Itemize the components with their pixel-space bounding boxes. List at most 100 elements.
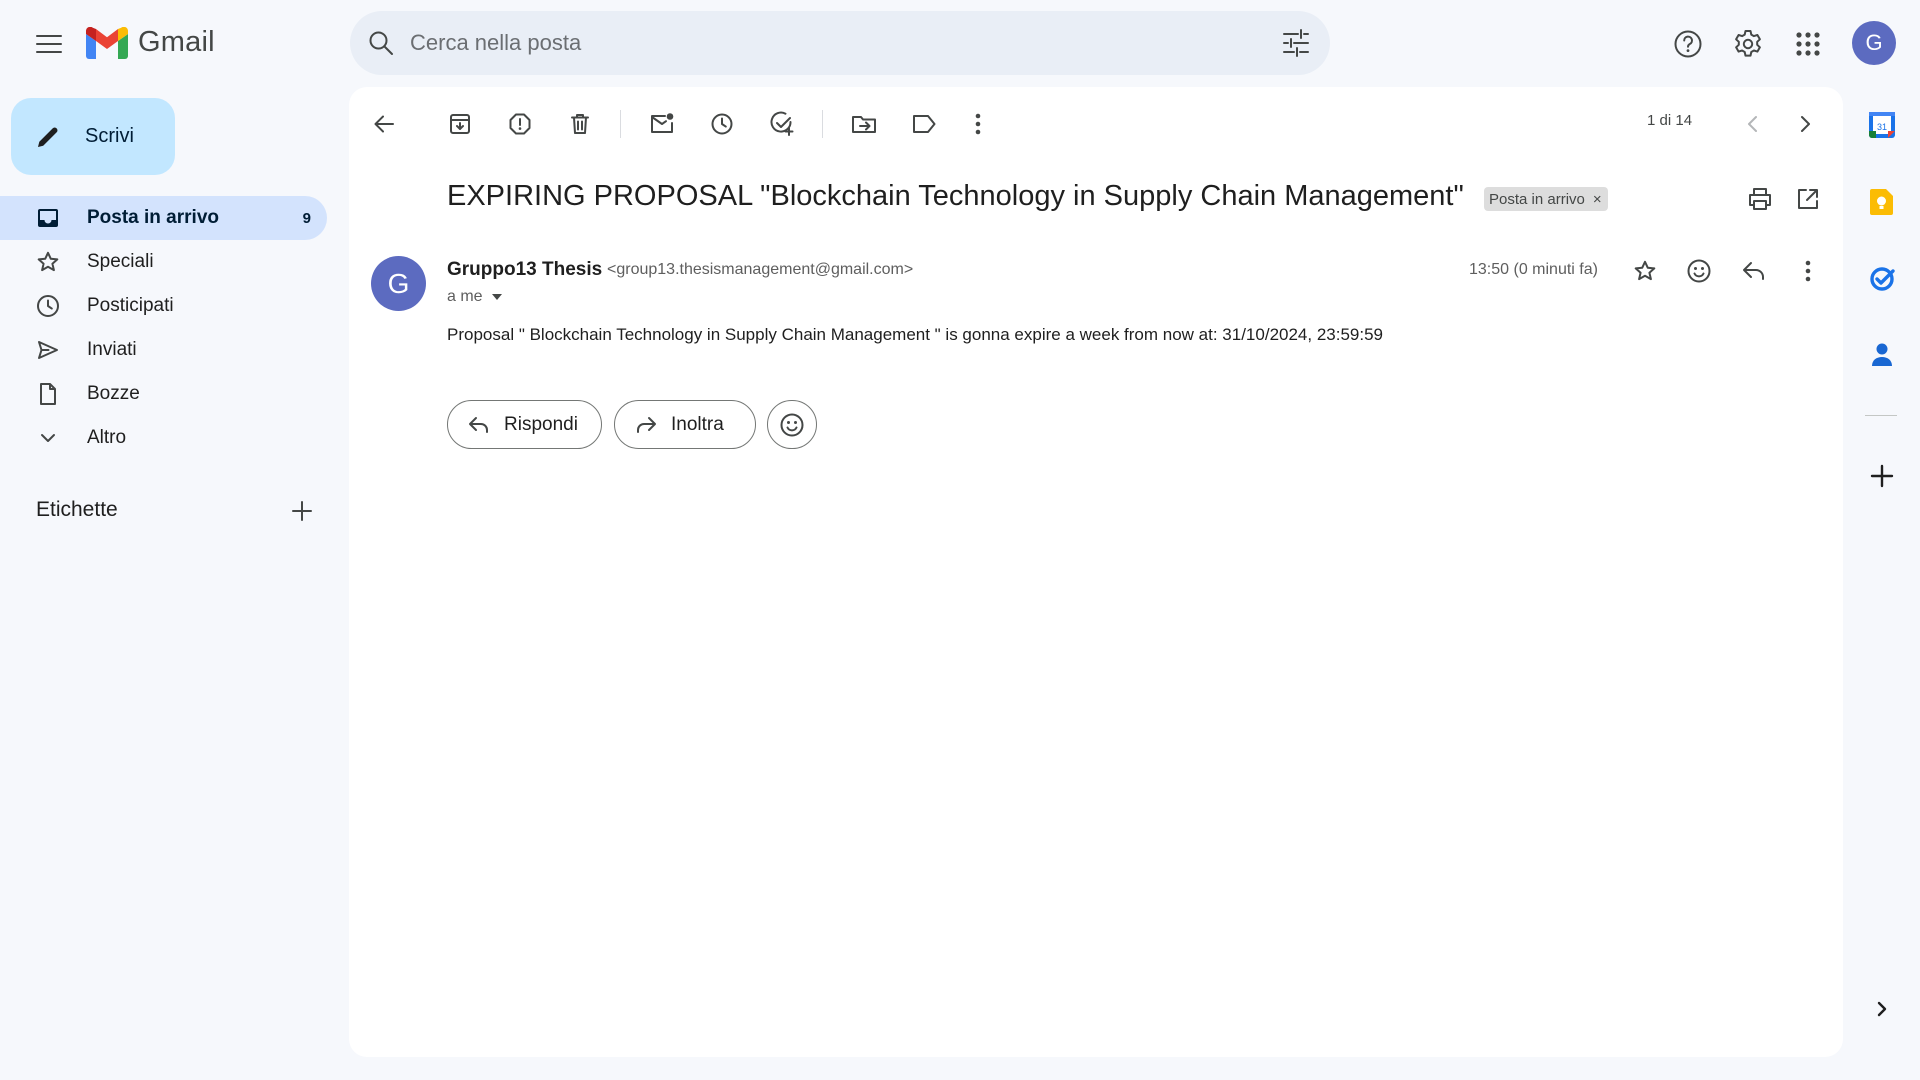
sidebar-item-starred[interactable]: Speciali <box>0 240 327 284</box>
sidebar-item-drafts[interactable]: Bozze <box>0 372 327 416</box>
email-subject: EXPIRING PROPOSAL "Blockchain Technology… <box>447 180 1464 212</box>
search-icon[interactable] <box>368 30 394 56</box>
search-bar[interactable] <box>350 11 1330 75</box>
archive-icon <box>450 114 470 134</box>
draft-icon <box>40 383 56 405</box>
reaction-pill-button[interactable] <box>767 400 817 449</box>
chevron-right-icon <box>1877 1001 1887 1017</box>
help-icon <box>1674 30 1702 58</box>
add-task-icon <box>770 111 794 136</box>
help-button[interactable] <box>1664 20 1712 68</box>
chevron-down-icon <box>41 434 55 442</box>
reply-button[interactable] <box>1734 251 1774 291</box>
emoji-icon <box>1687 259 1711 283</box>
account-avatar[interactable]: G <box>1852 21 1896 65</box>
caret-down-icon[interactable] <box>491 293 503 301</box>
sidebar-item-label: Speciali <box>87 251 154 272</box>
calendar-icon: 31 <box>1869 112 1895 138</box>
get-addons-button[interactable] <box>1866 460 1898 492</box>
sidebar-item-label: Altro <box>87 427 127 448</box>
newer-email-button[interactable] <box>1732 104 1772 144</box>
reply-icon <box>1743 262 1764 280</box>
back-button[interactable] <box>364 104 404 144</box>
sidebar-item-more[interactable]: Altro <box>0 416 327 460</box>
more-actions-button[interactable] <box>958 104 998 144</box>
print-button[interactable] <box>1740 179 1780 219</box>
gmail-m-icon <box>86 26 128 59</box>
message-body: Proposal " Blockchain Technology in Supp… <box>447 325 1384 344</box>
reply-label: Rispondi <box>504 413 578 435</box>
plus-icon <box>292 501 312 521</box>
open-new-window-button[interactable] <box>1788 179 1828 219</box>
menu-icon <box>36 35 62 53</box>
chevron-left-icon <box>1748 116 1757 132</box>
reply-pill-button[interactable]: Rispondi <box>447 400 602 449</box>
snooze-clock-icon <box>711 113 733 135</box>
forward-pill-button[interactable]: Inoltra <box>614 400 756 449</box>
more-vert-icon <box>1805 260 1811 282</box>
sender-email: <group13.thesismanagement@gmail.com> <box>607 261 914 278</box>
labels-button[interactable] <box>904 104 944 144</box>
tasks-icon <box>1870 267 1895 291</box>
move-to-folder-icon <box>852 116 876 133</box>
sidebar-item-sent[interactable]: Inviati <box>0 328 327 372</box>
clock-icon <box>37 295 59 317</box>
create-label-button[interactable] <box>287 496 317 526</box>
message-more-button[interactable] <box>1788 251 1828 291</box>
plus-icon <box>1870 464 1894 488</box>
star-message-button[interactable] <box>1625 251 1665 291</box>
report-spam-button[interactable] <box>500 104 540 144</box>
settings-button[interactable] <box>1724 20 1772 68</box>
main-menu-button[interactable] <box>25 20 73 68</box>
sidebar-item-label: Posticipati <box>87 295 174 316</box>
chevron-right-icon <box>1801 116 1810 132</box>
remove-label-icon[interactable]: × <box>1593 191 1602 208</box>
mark-unread-icon <box>651 113 674 133</box>
star-icon <box>37 251 59 272</box>
brand-name: Gmail <box>138 26 215 58</box>
archive-button[interactable] <box>440 104 480 144</box>
gmail-logo[interactable]: Gmail <box>86 26 215 59</box>
show-side-panel-button[interactable] <box>1866 993 1898 1025</box>
sidebar-item-snoozed[interactable]: Posticipati <box>0 284 327 328</box>
snooze-button[interactable] <box>702 104 742 144</box>
move-to-button[interactable] <box>844 104 884 144</box>
mark-unread-button[interactable] <box>642 104 682 144</box>
sidebar-item-label: Bozze <box>87 383 140 404</box>
apps-icon <box>1796 32 1820 56</box>
arrow-back-icon <box>374 115 394 133</box>
message-timestamp: 13:50 (0 minuti fa) <box>1469 261 1598 278</box>
calendar-day: 31 <box>1877 122 1887 132</box>
report-spam-icon <box>509 113 531 135</box>
keep-app-button[interactable] <box>1866 186 1898 218</box>
forward-label: Inoltra <box>671 413 724 435</box>
search-input[interactable] <box>410 30 1210 56</box>
pagination-count: 1 di 14 <box>1647 112 1693 129</box>
older-email-button[interactable] <box>1786 104 1826 144</box>
recipient-text: a me <box>447 288 483 305</box>
add-to-tasks-button[interactable] <box>762 104 802 144</box>
toolbar-divider <box>620 110 621 138</box>
keep-icon <box>1870 189 1893 215</box>
sidebar-item-inbox[interactable]: Posta in arrivo 9 <box>0 196 327 240</box>
google-apps-button[interactable] <box>1784 20 1832 68</box>
settings-icon <box>1735 30 1761 57</box>
toolbar-divider <box>822 110 823 138</box>
sidebar-item-label: Posta in arrivo <box>87 207 219 228</box>
delete-button[interactable] <box>560 104 600 144</box>
contacts-icon <box>1872 343 1892 366</box>
contacts-app-button[interactable] <box>1866 339 1898 371</box>
print-icon <box>1749 188 1771 210</box>
send-icon <box>38 341 58 359</box>
calendar-app-button[interactable]: 31 <box>1866 109 1898 141</box>
sender-name[interactable]: Gruppo13 Thesis <box>447 259 602 281</box>
add-reaction-button[interactable] <box>1679 251 1719 291</box>
recipient-details[interactable]: a me <box>447 288 503 306</box>
emoji-icon <box>780 413 804 436</box>
sender-avatar[interactable]: G <box>371 256 426 311</box>
compose-button[interactable]: Scrivi <box>11 98 175 175</box>
tasks-app-button[interactable] <box>1866 263 1898 295</box>
inbox-label-chip[interactable]: Posta in arrivo × <box>1484 187 1608 211</box>
search-options-icon[interactable] <box>1282 29 1310 57</box>
forward-icon <box>637 416 656 433</box>
